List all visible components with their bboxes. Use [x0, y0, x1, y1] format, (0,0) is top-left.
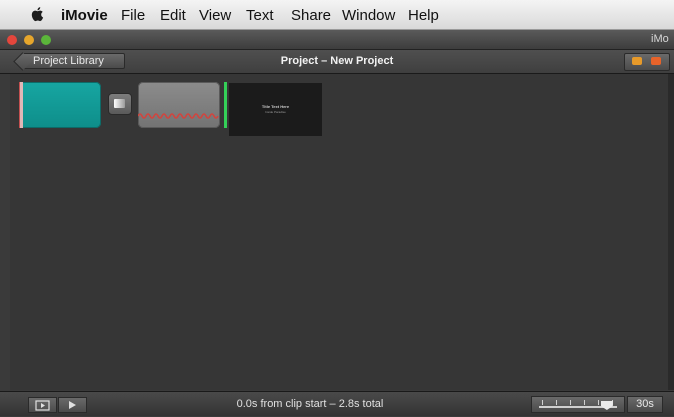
zoom-tick [570, 400, 571, 405]
menu-window[interactable]: Window [342, 7, 395, 24]
video-clip-teal[interactable] [19, 82, 101, 128]
menu-edit[interactable]: Edit [160, 7, 186, 24]
video-clip-gray[interactable] [138, 82, 220, 128]
apple-menu-icon[interactable] [29, 5, 47, 23]
bottom-bar: 0.0s from clip start – 2.8s total 30s [0, 391, 674, 416]
zoom-tick [598, 400, 599, 405]
zoom-value: 30s [627, 396, 663, 413]
window-title: iMo [651, 33, 669, 45]
vertical-scrollbar[interactable] [668, 74, 674, 390]
menu-help[interactable]: Help [408, 7, 439, 24]
transition-icon [114, 99, 125, 108]
zoom-tick [556, 400, 557, 405]
comment-marker-icon[interactable] [632, 57, 642, 65]
title-clip[interactable]: Title Text Here Inside Paradise [229, 83, 322, 136]
chapter-marker-icon[interactable] [651, 57, 661, 65]
window-titlebar: iMo [0, 30, 674, 50]
zoom-slider-thumb[interactable] [600, 401, 613, 410]
menu-text[interactable]: Text [246, 7, 274, 24]
menu-file[interactable]: File [121, 7, 145, 24]
zoom-tick [584, 400, 585, 405]
clip-edge-marker [19, 82, 23, 128]
project-title: Project – New Project [280, 55, 394, 67]
zoom-tick [542, 400, 543, 405]
playhead-marker[interactable] [224, 82, 227, 128]
project-actions[interactable] [624, 53, 670, 71]
project-toolbar: Project Library Project – New Project [0, 50, 674, 74]
project-browser[interactable] [10, 74, 668, 390]
zoom-slider[interactable] [531, 396, 625, 413]
timeline-status: 0.0s from clip start – 2.8s total [236, 398, 384, 410]
title-clip-subtitle: Inside Paradise [265, 110, 286, 114]
minimize-button[interactable] [24, 35, 34, 45]
menu-view[interactable]: View [199, 7, 231, 24]
menu-imovie[interactable]: iMovie [61, 7, 108, 24]
title-clip-title: Title Text Here [261, 104, 290, 109]
zoom-button[interactable] [41, 35, 51, 45]
menu-bar: iMovie File Edit View Text Share Window … [0, 0, 674, 30]
audio-waveform-icon [138, 113, 219, 119]
transition-button[interactable] [108, 93, 132, 115]
close-button[interactable] [7, 35, 17, 45]
menu-share[interactable]: Share [291, 7, 331, 24]
